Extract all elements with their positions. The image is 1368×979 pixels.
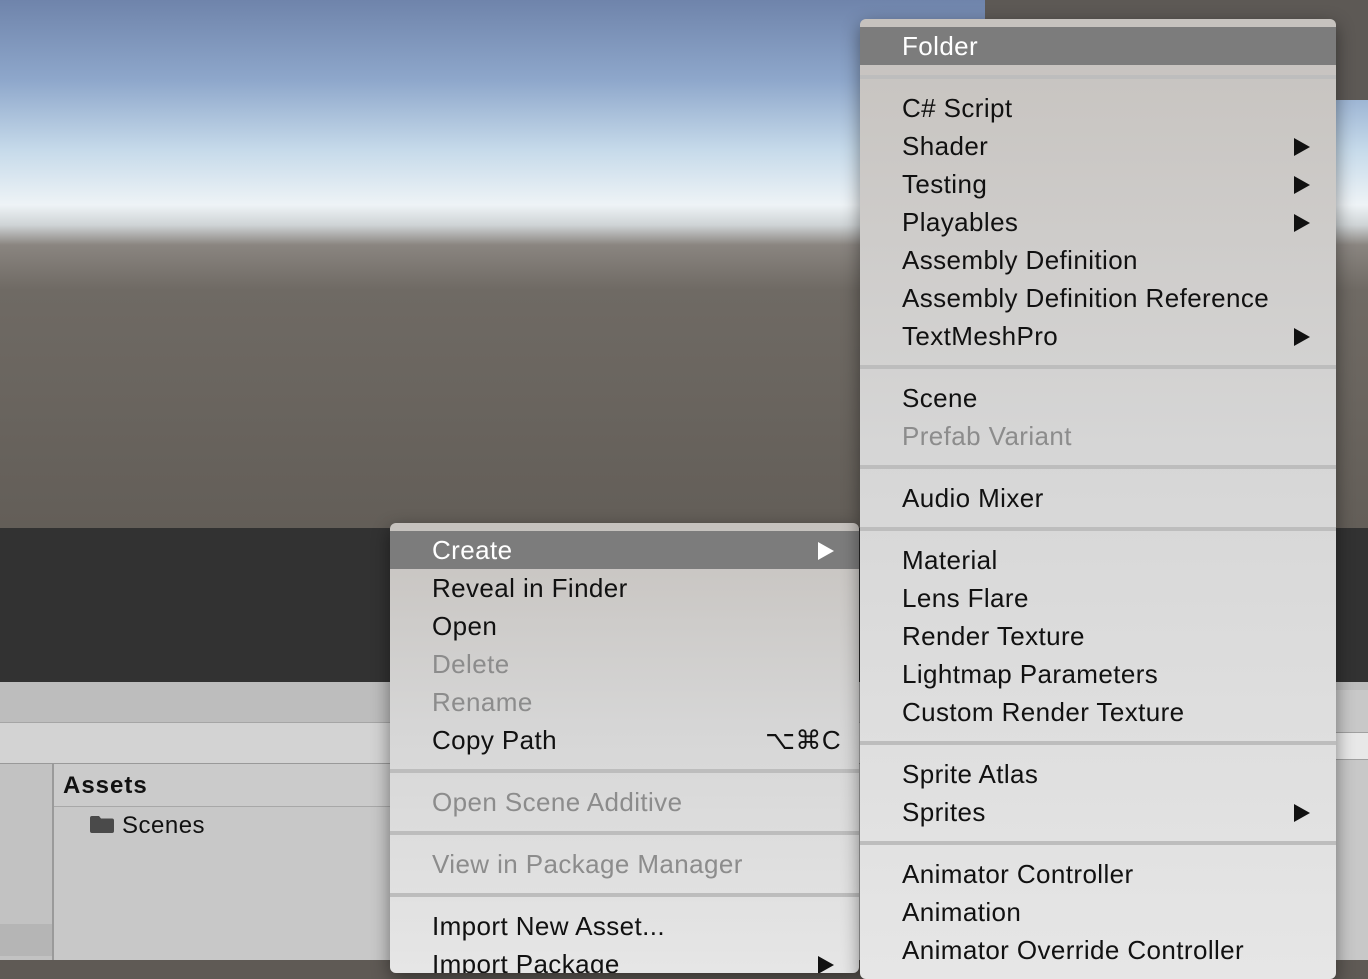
menu-item-label: Custom Render Texture (902, 697, 1185, 727)
menu-item-label: Import Package (432, 949, 620, 973)
menu-separator (860, 841, 1336, 845)
menu-item-label: Testing (902, 169, 988, 199)
menu-item-animation[interactable]: Animation (860, 893, 1336, 931)
triangle-right-icon (1294, 328, 1310, 346)
menu-item-playables[interactable]: Playables (860, 203, 1336, 241)
menu-item-label: Assembly Definition (902, 245, 1138, 275)
menu-item-import-new-asset[interactable]: Import New Asset... (390, 907, 859, 945)
triangle-right-icon (1294, 214, 1310, 232)
menu-item-label: Copy Path (432, 725, 558, 755)
menu-item-assembly-definition[interactable]: Assembly Definition (860, 241, 1336, 279)
menu-item-create[interactable]: Create (390, 531, 859, 569)
create-submenu: Folder C# Script Shader Testing Playable… (860, 19, 1336, 979)
context-menu: Create Reveal in Finder Open Delete Rena… (390, 523, 859, 973)
menu-item-testing[interactable]: Testing (860, 165, 1336, 203)
menu-item-label: Sprite Atlas (902, 759, 1039, 789)
triangle-right-icon (1294, 138, 1310, 156)
menu-item-label: TextMeshPro (902, 321, 1059, 351)
menu-item-label: Import New Asset... (432, 911, 666, 941)
menu-item-lightmap-parameters[interactable]: Lightmap Parameters (860, 655, 1336, 693)
menu-item-audio-mixer[interactable]: Audio Mixer (860, 479, 1336, 517)
triangle-right-icon (818, 542, 834, 560)
menu-item-label: Reveal in Finder (432, 573, 628, 603)
menu-item-assembly-definition-reference[interactable]: Assembly Definition Reference (860, 279, 1336, 317)
menu-item-textmeshpro[interactable]: TextMeshPro (860, 317, 1336, 355)
menu-item-label: Lightmap Parameters (902, 659, 1159, 689)
menu-item-csharp-script[interactable]: C# Script (860, 89, 1336, 127)
menu-item-reveal-in-finder[interactable]: Reveal in Finder (390, 569, 859, 607)
menu-item-label: Delete (432, 649, 510, 679)
menu-separator (860, 465, 1336, 469)
menu-item-import-package[interactable]: Import Package (390, 945, 859, 973)
inspector-field-edge (1336, 732, 1368, 760)
menu-item-folder[interactable]: Folder (860, 27, 1336, 65)
menu-item-label: Animation (902, 897, 1022, 927)
menu-item-render-texture[interactable]: Render Texture (860, 617, 1336, 655)
menu-item-label: Assembly Definition Reference (902, 283, 1270, 313)
triangle-right-icon (818, 956, 834, 973)
menu-separator (860, 527, 1336, 531)
triangle-right-icon (1294, 176, 1310, 194)
inspector-edge (1336, 690, 1368, 960)
menu-item-lens-flare[interactable]: Lens Flare (860, 579, 1336, 617)
assets-title[interactable]: Assets (63, 772, 148, 800)
menu-item-open-scene-additive: Open Scene Additive (390, 783, 859, 821)
menu-item-material[interactable]: Material (860, 541, 1336, 579)
menu-item-open[interactable]: Open (390, 607, 859, 645)
menu-item-label: Folder (902, 31, 979, 61)
menu-item-label: Open Scene Additive (432, 787, 683, 817)
menu-item-label: Prefab Variant (902, 421, 1072, 451)
menu-item-sprite-atlas[interactable]: Sprite Atlas (860, 755, 1336, 793)
menu-item-shortcut: ⌥⌘C (765, 725, 841, 755)
menu-item-sprites[interactable]: Sprites (860, 793, 1336, 831)
menu-item-label: Render Texture (902, 621, 1085, 651)
menu-item-view-in-package-manager: View in Package Manager (390, 845, 859, 883)
menu-item-animator-override-controller[interactable]: Animator Override Controller (860, 931, 1336, 969)
menu-item-label: Rename (432, 687, 533, 717)
menu-item-animator-controller[interactable]: Animator Controller (860, 855, 1336, 893)
menu-item-label: Audio Mixer (902, 483, 1044, 513)
menu-item-label: Open (432, 611, 498, 641)
menu-item-scene[interactable]: Scene (860, 379, 1336, 417)
triangle-right-icon (1294, 804, 1310, 822)
menu-item-shader[interactable]: Shader (860, 127, 1336, 165)
menu-item-delete: Delete (390, 645, 859, 683)
folder-icon (90, 816, 114, 833)
menu-item-label: Create (432, 535, 513, 565)
menu-item-rename: Rename (390, 683, 859, 721)
menu-item-label: View in Package Manager (432, 849, 743, 879)
menu-separator (390, 831, 859, 835)
menu-item-label: Sprites (902, 797, 986, 827)
menu-item-custom-render-texture[interactable]: Custom Render Texture (860, 693, 1336, 731)
menu-item-copy-path[interactable]: Copy Path ⌥⌘C (390, 721, 859, 759)
menu-separator (860, 75, 1336, 79)
menu-item-prefab-variant: Prefab Variant (860, 417, 1336, 455)
asset-item-label: Scenes (122, 812, 206, 839)
menu-item-label: Animator Override Controller (902, 935, 1245, 965)
menu-separator (390, 769, 859, 773)
menu-separator (860, 365, 1336, 369)
menu-item-label: Playables (902, 207, 1019, 237)
project-folder-tree[interactable] (0, 764, 54, 960)
menu-item-label: Lens Flare (902, 583, 1029, 613)
menu-item-label: Animator Controller (902, 859, 1134, 889)
menu-item-label: Shader (902, 131, 989, 161)
folder-tree-selection (0, 924, 52, 956)
menu-separator (390, 893, 859, 897)
menu-item-label: Scene (902, 383, 978, 413)
menu-item-label: Material (902, 545, 998, 575)
menu-item-label: C# Script (902, 93, 1013, 123)
menu-separator (860, 741, 1336, 745)
